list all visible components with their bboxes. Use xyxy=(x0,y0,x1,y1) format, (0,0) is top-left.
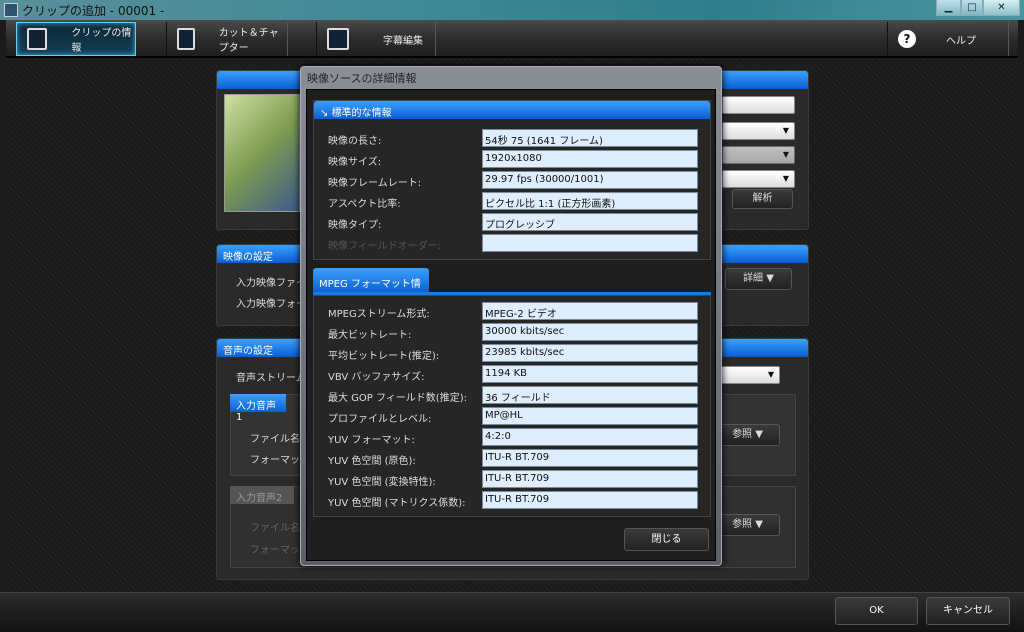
clip-thumbnail xyxy=(224,94,300,212)
close-button[interactable]: 閉じる xyxy=(624,528,709,551)
detail-button[interactable]: 詳細 ▼ xyxy=(725,268,792,290)
info-label: 平均ビットレート(推定): xyxy=(328,351,440,362)
video-source-detail-dialog: 映像ソースの詳細情報 ↘ 標準的な情報 映像の長さ: 54秒 75 (1641 フ… xyxy=(300,66,722,566)
info-row: 最大 GOP フィールド数(推定): 36 フィールド xyxy=(314,386,712,404)
edit-pen-icon xyxy=(327,28,349,50)
maximize-button[interactable]: □ xyxy=(961,0,983,16)
info-label: 映像フレームレート: xyxy=(328,178,422,189)
audio-stream-dropdown[interactable] xyxy=(720,366,780,384)
info-label: 映像サイズ: xyxy=(328,157,382,168)
input-video-format-label: 入力映像フォー xyxy=(236,299,306,310)
mpeg-format-tab[interactable]: MPEG フォーマット情報 xyxy=(313,268,429,305)
info-row: YUV 色空間 (原色): ITU-R BT.709 xyxy=(314,449,712,467)
info-value xyxy=(482,234,698,252)
help-button[interactable]: ? ヘルプ xyxy=(887,22,1009,56)
input-video-file-label: 入力映像ファイ xyxy=(236,278,306,289)
info-value: 23985 kbits/sec xyxy=(482,344,698,362)
standard-info-section: ↘ 標準的な情報 映像の長さ: 54秒 75 (1641 フレーム) 映像サイズ: 1… xyxy=(313,100,711,260)
analyze-button[interactable]: 解析 xyxy=(732,189,793,209)
dialog-title: 映像ソースの詳細情報 xyxy=(307,72,417,85)
info-value: 36 フィールド xyxy=(482,386,698,404)
dropdown-2[interactable] xyxy=(722,146,795,164)
mpeg-info-section: MPEGストリーム形式: MPEG-2 ビデオ最大ビットレート: 30000 kbi… xyxy=(313,295,711,517)
info-value: ピクセル比 1:1 (正方形画素) xyxy=(482,192,698,210)
info-label: 最大 GOP フィールド数(推定): xyxy=(328,393,467,404)
info-label: YUV 色空間 (変換特性): xyxy=(328,477,436,488)
info-row: 映像フレームレート: 29.97 fps (30000/1001) xyxy=(314,171,712,189)
cancel-button[interactable]: キャンセル xyxy=(926,597,1010,625)
info-value: 30000 kbits/sec xyxy=(482,323,698,341)
scissors-icon xyxy=(177,28,195,50)
info-value: ITU-R BT.709 xyxy=(482,449,698,467)
info-label: YUV 色空間 (原色): xyxy=(328,456,416,467)
info-label: 映像フィールドオーダー: xyxy=(328,241,442,252)
info-value: ITU-R BT.709 xyxy=(482,470,698,488)
standard-info-header: ↘ 標準的な情報 xyxy=(314,101,710,119)
document-list-icon xyxy=(27,28,48,50)
info-label: VBV バッファサイズ: xyxy=(328,372,425,383)
info-label: 最大ビットレート: xyxy=(328,330,412,341)
info-value: ITU-R BT.709 xyxy=(482,491,698,509)
toolbar xyxy=(6,20,1018,58)
info-label: YUV フォーマット: xyxy=(328,435,415,446)
ok-button[interactable]: OK xyxy=(835,597,918,625)
clip-name-input[interactable] xyxy=(722,96,795,114)
window-titlebar: クリップの追加 - 00001 - xyxy=(0,0,1024,20)
dropdown-1[interactable] xyxy=(722,122,795,140)
info-label: MPEGストリーム形式: xyxy=(328,309,430,320)
info-row: 最大ビットレート: 30000 kbits/sec xyxy=(314,323,712,341)
info-row: 平均ビットレート(推定): 23985 kbits/sec xyxy=(314,344,712,362)
app-icon xyxy=(4,3,18,17)
info-value: MPEG-2 ビデオ xyxy=(482,302,698,320)
info-value: MP@HL xyxy=(482,407,698,425)
info-value: プログレッシブ xyxy=(482,213,698,231)
info-label: 映像タイプ: xyxy=(328,220,382,231)
info-value: 1194 KB xyxy=(482,365,698,383)
audio-stream-label: 音声ストリーム xyxy=(236,373,306,384)
info-value: 29.97 fps (30000/1001) xyxy=(482,171,698,189)
info-row: YUV 色空間 (マトリクス係数): ITU-R BT.709 xyxy=(314,491,712,509)
dropdown-3[interactable] xyxy=(722,170,795,188)
audio2-browse-button[interactable]: 参照 ▼ xyxy=(715,514,780,536)
minimize-button[interactable]: ▁ xyxy=(936,0,961,16)
arrow-icon: ↘ xyxy=(320,108,332,119)
audio1-browse-button[interactable]: 参照 ▼ xyxy=(715,424,780,446)
tab-subtitle-edit[interactable]: 字幕編集 xyxy=(316,22,436,56)
info-row: VBV バッファサイズ: 1194 KB xyxy=(314,365,712,383)
info-label: プロファイルとレベル: xyxy=(328,414,432,425)
help-icon: ? xyxy=(898,30,916,48)
info-row: 映像の長さ: 54秒 75 (1641 フレーム) xyxy=(314,129,712,147)
info-value: 4:2:0 xyxy=(482,428,698,446)
input-audio-2-title: 入力音声2 xyxy=(230,486,294,504)
info-row: MPEGストリーム形式: MPEG-2 ビデオ xyxy=(314,302,712,320)
info-label: 映像の長さ: xyxy=(328,136,382,147)
info-value: 54秒 75 (1641 フレーム) xyxy=(482,129,698,147)
close-window-button[interactable]: ✕ xyxy=(983,0,1020,16)
window-title: クリップの追加 - 00001 - xyxy=(22,4,165,18)
info-row: 映像サイズ: 1920x1080 xyxy=(314,150,712,168)
input-audio-1-title: 入力音声1 xyxy=(230,394,286,423)
audio1-file-label: ファイル名: xyxy=(250,434,304,445)
audio2-file-label: ファイル名 xyxy=(250,523,300,534)
info-label: YUV 色空間 (マトリクス係数): xyxy=(328,498,466,509)
tab-clip-info[interactable]: クリップの情報 xyxy=(16,22,136,56)
tab-cut-chapter[interactable]: カット＆チャプター xyxy=(166,22,288,56)
info-row: YUV 色空間 (変換特性): ITU-R BT.709 xyxy=(314,470,712,488)
info-value: 1920x1080 xyxy=(482,150,698,168)
info-row: アスペクト比率: ピクセル比 1:1 (正方形画素) xyxy=(314,192,712,210)
info-row: 映像タイプ: プログレッシブ xyxy=(314,213,712,231)
info-row: YUV フォーマット: 4:2:0 xyxy=(314,428,712,446)
info-label: アスペクト比率: xyxy=(328,199,401,210)
info-row: 映像フィールドオーダー: xyxy=(314,234,712,252)
info-row: プロファイルとレベル: MP@HL xyxy=(314,407,712,425)
